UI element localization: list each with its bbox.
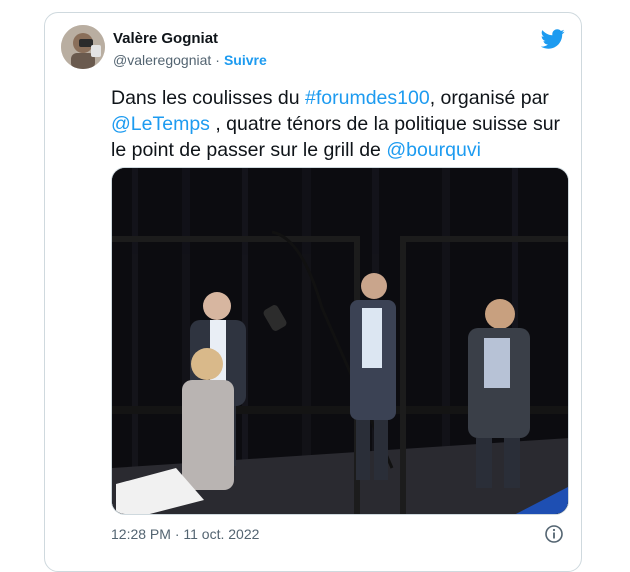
mention-link-letemps[interactable]: @LeTemps <box>111 113 210 135</box>
tweet-photo[interactable] <box>111 167 569 515</box>
follow-button[interactable]: Suivre <box>224 52 267 68</box>
hashtag-link[interactable]: #forumdes100 <box>305 87 430 109</box>
text-part: , organisé par <box>429 87 549 109</box>
twitter-bird-icon[interactable] <box>540 27 565 51</box>
text-part: Dans les coulisses du <box>111 87 306 109</box>
tweet-timestamp[interactable]: 12:28 PM · 11 oct. 2022 <box>111 526 259 542</box>
separator-dot: · <box>215 52 220 68</box>
avatar[interactable] <box>61 25 105 69</box>
tweet-text: Dans les coulisses du #forumdes100, orga… <box>111 85 571 163</box>
author-name[interactable]: Valère Gogniat <box>113 30 218 47</box>
tweet-card: Valère Gogniat @valeregogniat · Suivre Dan… <box>44 12 582 572</box>
mention-link-bourquvi[interactable]: @bourquvi <box>386 139 481 161</box>
author-handle-row: @valeregogniat · Suivre <box>113 52 267 68</box>
info-circle-icon[interactable] <box>545 525 563 543</box>
author-handle[interactable]: @valeregogniat <box>113 52 211 68</box>
